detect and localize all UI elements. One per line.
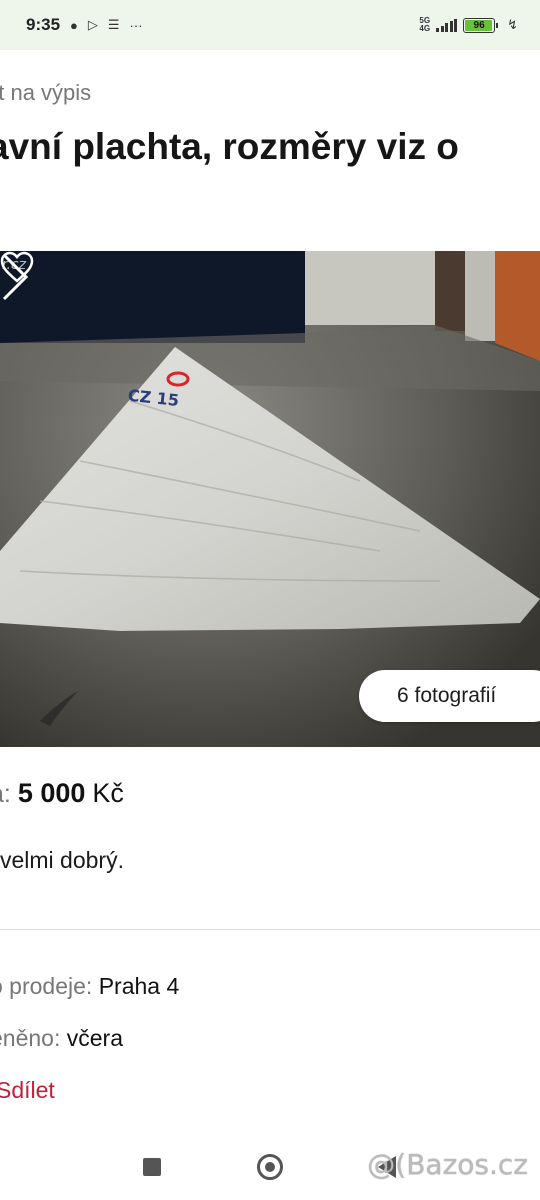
status-bar: 9:35 ● ▷ ☰ ··· 5G 4G 96 ↯	[0, 0, 540, 50]
network-indicator: 5G 4G	[419, 16, 431, 33]
signal-icon	[436, 18, 458, 32]
play-icon: ▷	[87, 17, 98, 32]
listing-title: avní plachta, rozměry viz o	[0, 126, 459, 167]
battery-level: 96	[473, 19, 485, 31]
bazos-watermark: @(Bazos.cz	[367, 1148, 528, 1181]
updated-label: eněno:	[0, 1025, 61, 1051]
share-link[interactable]: Sdílet	[0, 1077, 55, 1104]
updated-row: eněno: včera	[0, 1025, 123, 1052]
charging-icon: ↯	[507, 17, 518, 32]
location-label: o prodeje:	[0, 973, 93, 999]
location-value: Praha 4	[98, 973, 180, 999]
chevron-right-icon[interactable]	[0, 251, 30, 303]
price-label: a:	[0, 780, 11, 808]
photo-count-button[interactable]: 6 fotografií	[359, 670, 540, 722]
back-to-list-link[interactable]: ět na výpis	[0, 80, 91, 106]
chat-icon: ●	[70, 17, 78, 33]
location-row: o prodeje: Praha 4	[0, 973, 179, 1000]
condition-text: velmi dobrý.	[0, 847, 124, 873]
listing-photo[interactable]: CZ 15 r.cz 6 fotografií	[0, 251, 540, 747]
home-icon[interactable]	[257, 1154, 283, 1180]
price-value: 5 000	[17, 778, 86, 808]
layers-icon: ☰	[107, 17, 120, 32]
recents-icon[interactable]	[143, 1158, 161, 1176]
status-time: 9:35	[26, 15, 61, 34]
system-nav-bar: @(Bazos.cz	[0, 1134, 540, 1200]
updated-value: včera	[66, 1025, 123, 1051]
price-row: a: 5 000 Kč	[0, 778, 124, 809]
price-currency: Kč	[92, 778, 124, 808]
divider	[0, 929, 540, 930]
battery-icon: 96	[463, 17, 499, 33]
more-dots-icon: ···	[129, 17, 143, 33]
